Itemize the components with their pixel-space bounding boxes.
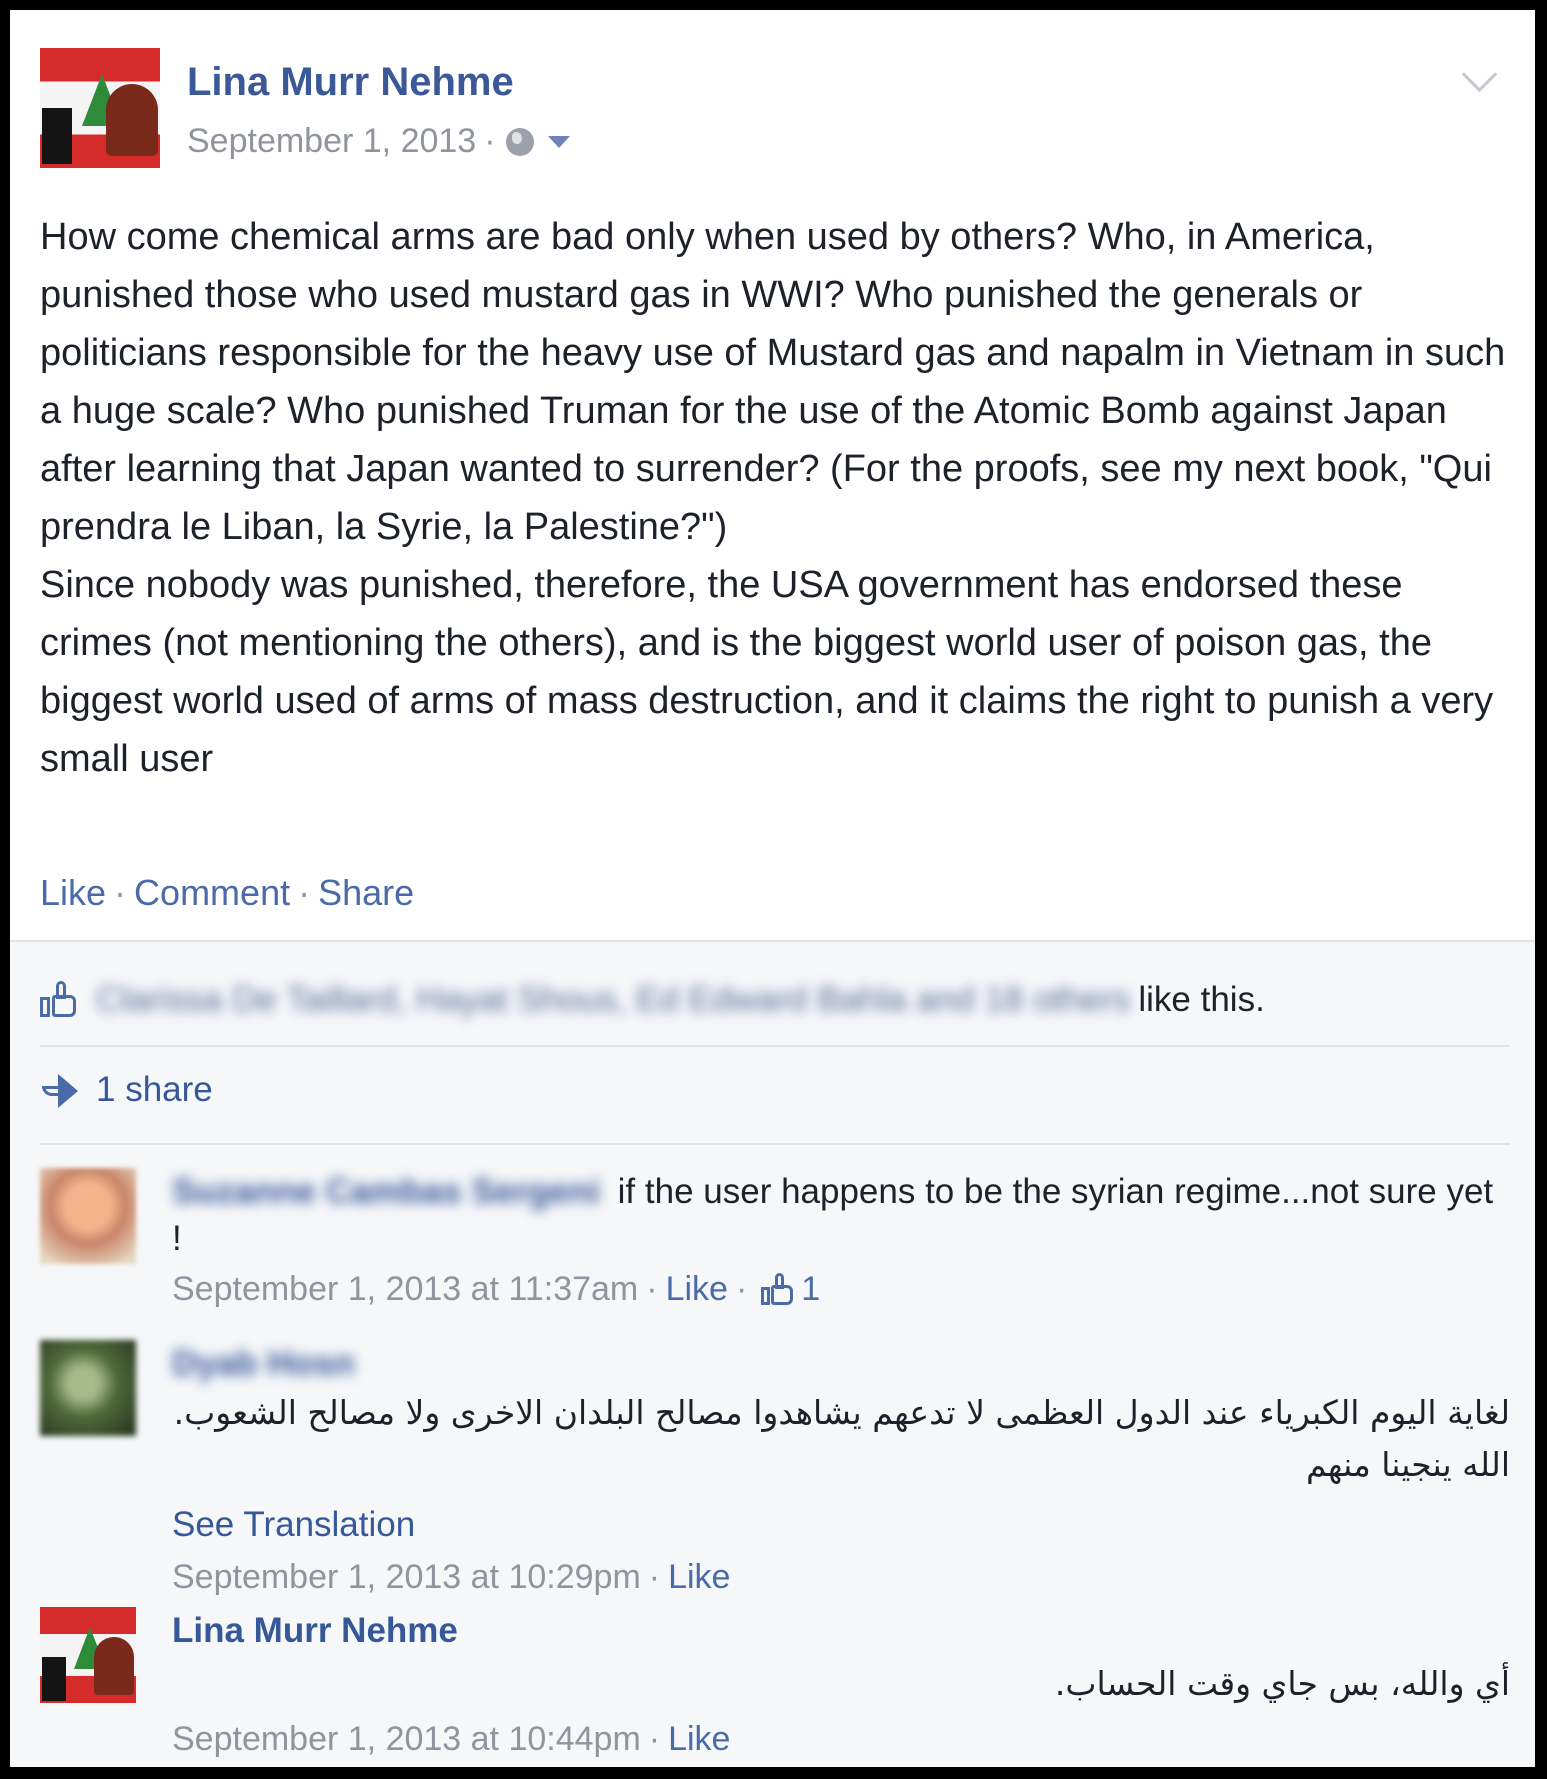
comment-like-link[interactable]: Like — [668, 1716, 730, 1763]
divider — [40, 1143, 1510, 1145]
likers-names[interactable]: Clarissa De Taillard, Hayat Shous, Ed Ed… — [96, 980, 1130, 1020]
comment-like-count[interactable]: 1 — [801, 1266, 820, 1313]
comment-meta: September 1, 2013 at 10:44pm · Like — [172, 1716, 1510, 1763]
likes-suffix: like this. — [1138, 980, 1265, 1019]
action-separator: · — [298, 872, 311, 913]
shares-count[interactable]: 1 share — [96, 1070, 213, 1110]
globe-icon — [505, 127, 534, 156]
divider — [40, 1045, 1510, 1047]
comment: Dyab Hosn لغاية اليوم الكبرياء عند الدول… — [40, 1340, 1510, 1596]
commenter-avatar[interactable] — [40, 1168, 136, 1264]
commenter-avatar[interactable] — [40, 1607, 136, 1703]
commenter-avatar[interactable] — [40, 1340, 136, 1436]
see-translation-link[interactable]: See Translation — [172, 1501, 1510, 1548]
comment-timestamp[interactable]: September 1, 2013 at 10:44pm — [172, 1716, 641, 1763]
post-card: Lina Murr Nehme September 1, 2013 · How … — [10, 10, 1535, 1767]
comment-content: Suzanne Cambas Sergeni if the user happe… — [172, 1168, 1510, 1262]
comment-like-link[interactable]: Like — [668, 1554, 730, 1601]
comment-text: أي والله، بس جاي وقت الحساب. — [1054, 1664, 1510, 1703]
comment-meta: September 1, 2013 at 11:37am · Like · 1 — [172, 1266, 1510, 1313]
comment-body: Lina Murr Nehme أي والله، بس جاي وقت الح… — [172, 1607, 1510, 1763]
comment-timestamp[interactable]: September 1, 2013 at 11:37am — [172, 1266, 638, 1313]
post-actions: Like · Comment · Share — [40, 872, 414, 914]
post-header-and-body: Lina Murr Nehme September 1, 2013 · How … — [10, 10, 1535, 940]
author-avatar[interactable] — [40, 48, 160, 168]
post-text: How come chemical arms are bad only when… — [40, 208, 1510, 788]
commenter-name[interactable]: Suzanne Cambas Sergeni — [172, 1172, 600, 1211]
post-paragraph: Since nobody was punished, therefore, th… — [40, 564, 1494, 780]
like-link[interactable]: Like — [40, 872, 106, 913]
action-separator: · — [114, 872, 127, 913]
post-meta: September 1, 2013 · — [187, 122, 570, 161]
author-name[interactable]: Lina Murr Nehme — [187, 60, 514, 105]
thumbs-up-icon — [761, 1272, 795, 1307]
commenter-name[interactable]: Dyab Hosn — [172, 1340, 1502, 1387]
comment-body: Suzanne Cambas Sergeni if the user happe… — [172, 1168, 1510, 1313]
share-arrow-icon — [40, 1072, 80, 1108]
thumbs-up-icon — [40, 981, 78, 1019]
comment-text: لغاية اليوم الكبرياء عند الدول العظمى لا… — [173, 1393, 1510, 1484]
comment-body: Dyab Hosn لغاية اليوم الكبرياء عند الدول… — [172, 1340, 1510, 1601]
comment-link[interactable]: Comment — [134, 872, 290, 913]
post-paragraph: How come chemical arms are bad only when… — [40, 216, 1506, 548]
chevron-down-icon[interactable] — [1461, 56, 1498, 93]
commenter-name[interactable]: Lina Murr Nehme — [172, 1607, 1510, 1654]
comment-timestamp[interactable]: September 1, 2013 at 10:29pm — [172, 1554, 641, 1601]
comment-meta: September 1, 2013 at 10:29pm · Like — [172, 1554, 1510, 1601]
comment-like-link[interactable]: Like — [666, 1266, 728, 1313]
audience-caret-icon[interactable] — [547, 135, 570, 148]
comment: Lina Murr Nehme أي والله، بس جاي وقت الح… — [40, 1607, 1510, 1758]
share-link[interactable]: Share — [318, 872, 414, 913]
shares-summary[interactable]: 1 share — [40, 1070, 213, 1110]
likes-summary: Clarissa De Taillard, Hayat Shous, Ed Ed… — [40, 972, 1265, 1028]
post-date[interactable]: September 1, 2013 — [187, 122, 476, 161]
meta-separator: · — [484, 122, 496, 160]
comment: Suzanne Cambas Sergeni if the user happe… — [40, 1168, 1510, 1318]
